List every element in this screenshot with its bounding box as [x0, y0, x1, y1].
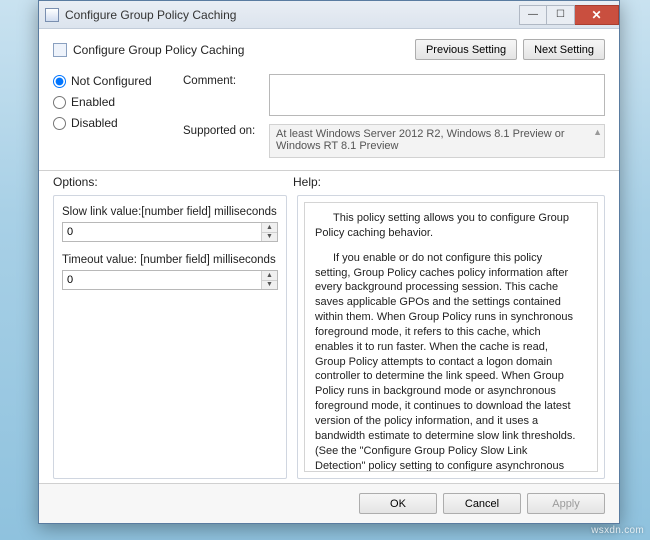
header-row: Configure Group Policy Caching Previous … [53, 39, 605, 60]
radio-disabled[interactable]: Disabled [53, 116, 165, 130]
radio-disabled-input[interactable] [53, 117, 66, 130]
options-heading: Options: [53, 175, 293, 189]
dialog-window: Configure Group Policy Caching — ☐ ✕ Con… [38, 0, 620, 524]
slow-link-spin-up[interactable]: ▲ [262, 223, 277, 233]
minimize-button[interactable]: — [519, 5, 547, 25]
comment-label: Comment: [183, 74, 261, 87]
titlebar[interactable]: Configure Group Policy Caching — ☐ ✕ [39, 1, 619, 29]
minimize-icon: — [528, 9, 538, 20]
timeout-spin-down[interactable]: ▼ [262, 281, 277, 290]
maximize-button[interactable]: ☐ [547, 5, 575, 25]
comment-row: Comment: [183, 74, 605, 116]
timeout-spin-buttons: ▲ ▼ [261, 271, 277, 289]
split-labels: Options: Help: [39, 171, 619, 189]
options-panel: Slow link value:[number field] milliseco… [53, 195, 287, 479]
next-setting-button[interactable]: Next Setting [523, 39, 605, 60]
radio-enabled-label: Enabled [71, 95, 115, 109]
timeout-spinner[interactable]: ▲ ▼ [62, 270, 278, 290]
supported-label: Supported on: [183, 124, 261, 137]
comment-field[interactable] [269, 74, 605, 116]
policy-icon [53, 43, 67, 57]
slow-link-spin-buttons: ▲ ▼ [261, 223, 277, 241]
maximize-icon: ☐ [556, 9, 565, 20]
radio-enabled[interactable]: Enabled [53, 95, 165, 109]
help-heading: Help: [293, 175, 605, 189]
slow-link-label: Slow link value:[number field] milliseco… [62, 206, 278, 218]
help-paragraph-2: If you enable or do not configure this p… [315, 251, 579, 472]
timeout-input[interactable] [63, 271, 261, 289]
help-text[interactable]: This policy setting allows you to config… [304, 202, 598, 472]
mid-area: Slow link value:[number field] milliseco… [39, 189, 619, 483]
state-area: Not Configured Enabled Disabled Comment: [53, 74, 605, 158]
watermark: wsxdn.com [591, 525, 644, 536]
timeout-label: Timeout value: [number field] millisecon… [62, 254, 278, 266]
radio-not-configured[interactable]: Not Configured [53, 74, 165, 88]
top-section: Configure Group Policy Caching Previous … [39, 29, 619, 171]
previous-setting-button[interactable]: Previous Setting [415, 39, 517, 60]
scroll-up-icon[interactable]: ▲ [593, 127, 602, 137]
close-icon: ✕ [591, 8, 601, 22]
help-panel: This policy setting allows you to config… [297, 195, 605, 479]
state-radio-group: Not Configured Enabled Disabled [53, 74, 165, 158]
system-buttons: — ☐ ✕ [519, 5, 619, 25]
cancel-button[interactable]: Cancel [443, 493, 521, 514]
window-title: Configure Group Policy Caching [65, 8, 236, 22]
nav-buttons: Previous Setting Next Setting [415, 39, 605, 60]
ok-button[interactable]: OK [359, 493, 437, 514]
app-icon [45, 8, 59, 22]
bottom-bar: OK Cancel Apply [39, 483, 619, 523]
comment-column: Comment: Supported on: At least Windows … [183, 74, 605, 158]
radio-not-configured-input[interactable] [53, 75, 66, 88]
radio-not-configured-label: Not Configured [71, 74, 152, 88]
help-paragraph-1: This policy setting allows you to config… [315, 211, 579, 241]
slow-link-input[interactable] [63, 223, 261, 241]
supported-on-value: At least Windows Server 2012 R2, Windows… [276, 128, 565, 152]
supported-row: Supported on: At least Windows Server 20… [183, 124, 605, 158]
slow-link-spinner[interactable]: ▲ ▼ [62, 222, 278, 242]
apply-button[interactable]: Apply [527, 493, 605, 514]
slow-link-spin-down[interactable]: ▼ [262, 233, 277, 242]
policy-title: Configure Group Policy Caching [73, 43, 415, 57]
supported-on-text: At least Windows Server 2012 R2, Windows… [269, 124, 605, 158]
radio-enabled-input[interactable] [53, 96, 66, 109]
timeout-spin-up[interactable]: ▲ [262, 271, 277, 281]
close-button[interactable]: ✕ [575, 5, 619, 25]
radio-disabled-label: Disabled [71, 116, 118, 130]
